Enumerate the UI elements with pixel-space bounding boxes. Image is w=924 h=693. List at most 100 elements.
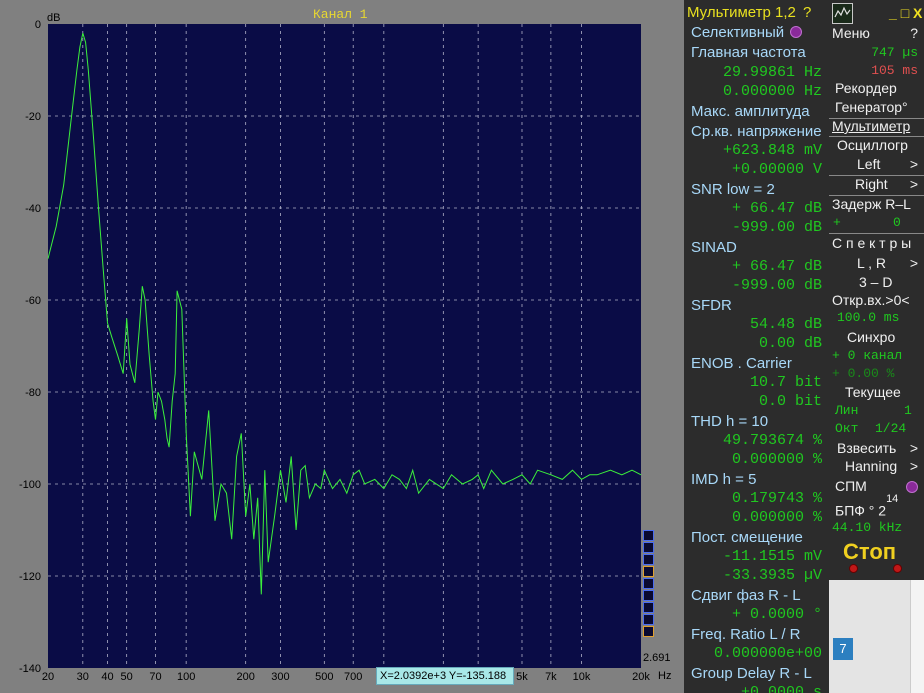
freq-ratio-label[interactable]: Freq. Ratio L / R [684,626,829,646]
x-tick-label: 20k [632,671,650,683]
enob-label[interactable]: ENOB . Carrier [684,355,829,375]
fft-size-button[interactable]: БПФ ° 214 [829,493,924,521]
sync-channel[interactable]: + 0 канал [829,348,924,368]
main-freq-label: Главная частота [691,44,806,61]
imd-label[interactable]: IMD h = 5 [684,471,829,491]
current-button[interactable]: Текущее [829,384,924,404]
menu-label: Меню [832,25,870,41]
y-tick-label: -100 [19,479,41,491]
scale-swatch[interactable] [643,602,654,613]
group-delay-value: +0.0000 s [740,684,822,693]
scroll-edge [910,580,924,693]
app-logo-icon [832,3,853,24]
left-channel-button[interactable]: Left > [829,156,924,176]
maximize-button[interactable]: □ [901,5,909,21]
sfdr-label[interactable]: SFDR [684,297,829,317]
scale-swatch[interactable] [643,566,654,577]
taskbar-badge[interactable]: 7 [833,638,853,660]
lin-value: 1 [904,403,912,418]
lin-label: Лин [835,403,859,418]
generator-button[interactable]: Генератор° [829,99,924,119]
scale-swatch[interactable] [643,578,654,589]
right-channel-button[interactable]: Right > [829,176,924,196]
recorder-button[interactable]: Рекордер [829,80,924,100]
snr-label[interactable]: SNR low = 2 [684,181,829,201]
left-label: Left [857,156,881,172]
thd-value-2: 0.000000 % [731,451,822,468]
multimeter-button[interactable]: Мультиметр [829,118,924,138]
oscilloscope-button[interactable]: Осциллогр [829,137,924,157]
multimeter-title-text: Мультиметр 1,2 [687,4,796,21]
color-scale[interactable] [643,530,655,638]
help-button[interactable]: ? [803,4,811,21]
lr-label: L , R [857,255,887,271]
minimize-button[interactable]: _ [889,5,897,21]
sample-rate[interactable]: 44.10 kHz [829,520,924,540]
scale-swatch[interactable] [643,590,654,601]
y-tick-label: -140 [19,663,41,675]
delay-number: 0 [893,215,901,230]
oct-row[interactable]: Окт 1/24 [829,421,924,441]
close-button[interactable]: X [913,5,922,21]
thd-label[interactable]: THD h = 10 [684,413,829,433]
sync-percent[interactable]: + 0.00 % [829,366,924,386]
scale-swatch[interactable] [643,614,654,625]
main-freq-value-1: 29.99861 Hz [722,64,822,81]
x-tick-label: 50 [121,671,133,683]
x-tick-label: 700 [344,671,362,683]
window-func-arrow-icon: > [909,458,918,474]
spectra-label[interactable]: С п е к т р ы [829,235,924,255]
spectrum-chart[interactable]: 20304050701002003005007001k2k3k5k7k10k20… [0,0,684,693]
scale-swatch[interactable] [643,542,654,553]
max-amp-label[interactable]: Макс. амплитуда [684,103,829,123]
menu-help-button[interactable]: ? [910,25,918,41]
chart-title: Канал 1 [313,7,368,22]
x-tick-label: 5k [516,671,528,683]
phase-label[interactable]: Сдвиг фаз R - L [684,587,829,607]
sync-button[interactable]: Синхро [829,329,924,349]
mode-knob-icon[interactable] [790,26,803,38]
dc-offset-label[interactable]: Пост. смещение [684,529,829,549]
rms-value-1: +623.848 mV [722,142,822,159]
lr-spectrum-button[interactable]: L , R > [829,255,924,275]
scale-swatch[interactable] [643,626,654,637]
sfdr-value-1: 54.48 dB [749,316,822,333]
open-input-button[interactable]: Откр.вх.>0< [829,292,924,312]
imd-value-1: 0.179743 % [731,490,822,507]
y-tick-label: -60 [25,295,41,307]
weigh-button[interactable]: Взвесить > [829,440,924,460]
enob-value-1: 10.7 bit [749,374,822,391]
stop-button[interactable]: Стоп [843,539,896,565]
freq-ratio-value: 0.000000e+00 [713,645,822,662]
delay-label[interactable]: Задерж R–L [829,196,924,216]
y-tick-label: -120 [19,571,41,583]
sinad-label[interactable]: SINAD [684,239,829,259]
thd-value-1: 49.793674 % [722,432,822,449]
delay-value: + 0 [829,215,924,235]
right-led-icon [893,564,902,573]
window-buttons: _ □ X [889,5,924,25]
left-arrow-icon: > [909,156,918,172]
group-delay-label[interactable]: Group Delay R - L [684,665,829,685]
window-func-button[interactable]: Hanning > [829,458,924,478]
sfdr-value-2: 0.00 dB [758,335,822,352]
multimeter-title[interactable]: Мультиметр 1,2 ? [684,4,829,24]
multimeter-panel: Мультиметр 1,2 ? Селективный Главная час… [684,0,829,693]
plot-area[interactable] [48,24,641,668]
phase-value: + 0.0000 ° [731,606,822,623]
x-tick-label: 40 [101,671,113,683]
lin-row[interactable]: Лин 1 [829,403,924,423]
mode-selector[interactable]: Селективный [684,24,829,44]
3d-button[interactable]: 3 – D [829,274,924,294]
spectrum-panel[interactable]: 20304050701002003005007001k2k3k5k7k10k20… [0,0,684,693]
scale-swatch[interactable] [643,530,654,541]
rms-label[interactable]: Ср.кв. напряжение [684,123,829,143]
menu-button[interactable]: Меню ? [829,25,924,45]
spm-knob-icon[interactable] [906,481,918,493]
main-freq-value-2: 0.000000 Hz [722,83,822,100]
lr-arrow-icon: > [909,255,918,271]
scale-swatch[interactable] [643,554,654,565]
desktop-background [829,580,924,693]
right-label: Right [855,176,888,192]
spm-button[interactable]: СПМ [829,478,924,498]
